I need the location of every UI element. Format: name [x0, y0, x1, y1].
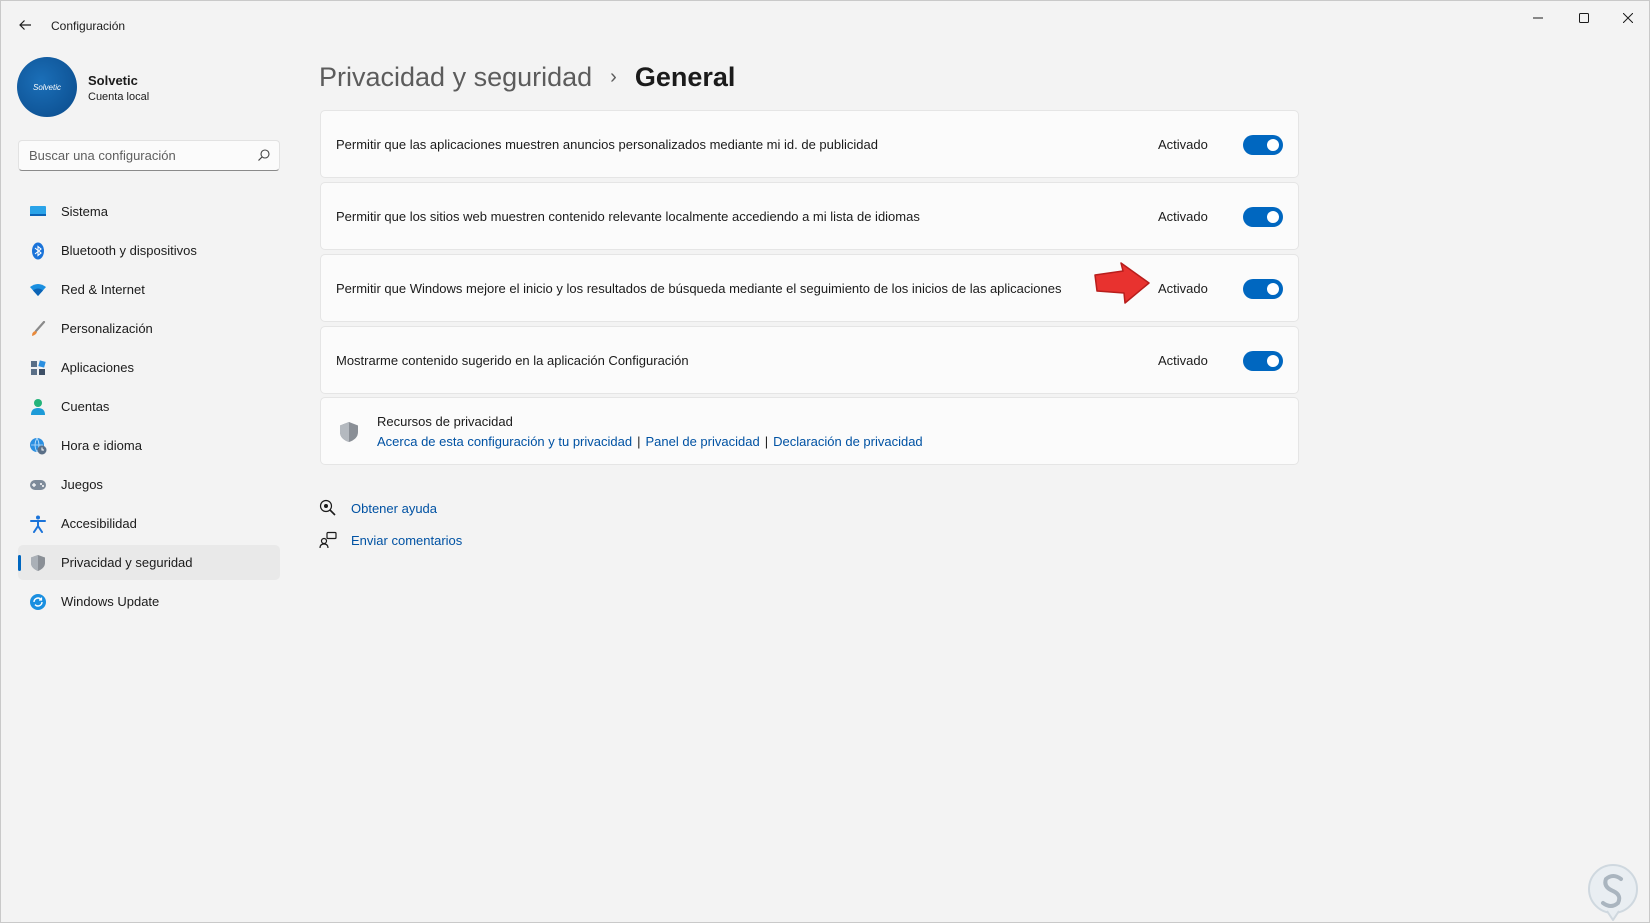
page-title: General — [634, 61, 736, 92]
search-input[interactable] — [19, 141, 249, 170]
get-help-link[interactable]: Obtener ayuda — [351, 501, 437, 516]
sidebar-item-label: Personalización — [61, 321, 153, 336]
title-bar: Configuración — [1, 1, 1649, 49]
sidebar-item-hora-idioma[interactable]: Hora e idioma — [18, 428, 280, 463]
sidebar-item-label: Juegos — [61, 477, 103, 492]
setting-label: Permitir que Windows mejore el inicio y … — [336, 280, 1062, 296]
sidebar-item-bluetooth[interactable]: Bluetooth y dispositivos — [18, 233, 280, 268]
setting-row-language-list: Permitir que los sitios web muestren con… — [320, 182, 1299, 250]
sidebar-item-cuentas[interactable]: Cuentas — [18, 389, 280, 424]
sidebar-item-red[interactable]: Red & Internet — [18, 272, 280, 307]
sidebar-item-label: Cuentas — [61, 399, 110, 414]
sidebar-item-label: Aplicaciones — [61, 360, 134, 375]
sidebar-item-label: Windows Update — [61, 594, 160, 609]
setting-label: Mostrarme contenido sugerido en la aplic… — [336, 352, 689, 368]
chevron-right-icon: › — [610, 65, 617, 88]
shield-icon — [340, 422, 358, 442]
help-icon — [319, 499, 337, 517]
sidebar-item-label: Bluetooth y dispositivos — [61, 243, 197, 258]
profile-name: Solvetic — [88, 73, 138, 88]
sidebar-item-label: Sistema — [61, 204, 108, 219]
toggle-knob — [1267, 139, 1279, 151]
get-help-row[interactable]: Obtener ayuda — [319, 497, 437, 519]
solvetic-watermark-logo — [1588, 864, 1638, 921]
feedback-icon — [319, 531, 337, 549]
sidebar-item-privacidad[interactable]: Privacidad y seguridad — [18, 545, 280, 580]
app-launch-tracking-toggle[interactable] — [1243, 279, 1283, 299]
annotation-arrow-icon — [1094, 262, 1150, 304]
close-button[interactable] — [1605, 1, 1650, 35]
minimize-icon — [1533, 17, 1543, 19]
privacy-statement-link[interactable]: Declaración de privacidad — [773, 434, 923, 449]
person-icon — [28, 397, 48, 417]
toggle-knob — [1267, 283, 1279, 295]
privacy-resources-card: Recursos de privacidad Acerca de esta co… — [320, 397, 1299, 465]
sidebar-item-juegos[interactable]: Juegos — [18, 467, 280, 502]
bluetooth-icon — [28, 241, 48, 261]
resources-links: Acerca de esta configuración y tu privac… — [377, 434, 923, 449]
setting-state: Activado — [1158, 280, 1208, 296]
wifi-icon — [28, 280, 48, 300]
setting-label: Permitir que las aplicaciones muestren a… — [336, 136, 878, 152]
setting-row-app-launch-tracking: Permitir que Windows mejore el inicio y … — [320, 254, 1299, 322]
sidebar-item-aplicaciones[interactable]: Aplicaciones — [18, 350, 280, 385]
avatar: Solvetic — [17, 57, 77, 117]
maximize-button[interactable] — [1561, 1, 1607, 35]
apps-icon — [28, 358, 48, 378]
about-privacy-link[interactable]: Acerca de esta configuración y tu privac… — [377, 434, 632, 449]
globe-clock-icon — [28, 436, 48, 456]
gamepad-icon — [28, 475, 48, 495]
settings-window: Configuración Solvetic Solvetic Cuenta l… — [0, 0, 1650, 923]
breadcrumb-parent[interactable]: Privacidad y seguridad — [319, 62, 592, 93]
feedback-link[interactable]: Enviar comentarios — [351, 533, 462, 548]
setting-row-suggested-content: Mostrarme contenido sugerido en la aplic… — [320, 326, 1299, 394]
setting-label: Permitir que los sitios web muestren con… — [336, 208, 920, 224]
link-separator: | — [637, 434, 641, 449]
sidebar-item-label: Privacidad y seguridad — [61, 555, 193, 570]
resources-title: Recursos de privacidad — [377, 414, 513, 429]
minimize-button[interactable] — [1515, 1, 1561, 35]
back-button[interactable] — [13, 13, 37, 37]
avatar-logo: Solvetic — [32, 82, 61, 92]
feedback-row[interactable]: Enviar comentarios — [319, 529, 462, 551]
back-arrow-icon — [19, 20, 31, 30]
sidebar-item-label: Hora e idioma — [61, 438, 142, 453]
maximize-icon — [1579, 13, 1589, 23]
search-icon[interactable] — [257, 148, 271, 162]
setting-state: Activado — [1158, 352, 1208, 368]
brush-icon — [28, 319, 48, 339]
toggle-knob — [1267, 355, 1279, 367]
language-list-toggle[interactable] — [1243, 207, 1283, 227]
sidebar-item-accesibilidad[interactable]: Accesibilidad — [18, 506, 280, 541]
toggle-knob — [1267, 211, 1279, 223]
sidebar-item-sistema[interactable]: Sistema — [18, 194, 280, 229]
sidebar-item-label: Red & Internet — [61, 282, 145, 297]
profile-account-type: Cuenta local — [88, 91, 150, 103]
ads-toggle[interactable] — [1243, 135, 1283, 155]
monitor-icon — [28, 202, 48, 222]
suggested-content-toggle[interactable] — [1243, 351, 1283, 371]
breadcrumb: Privacidad y seguridad › General — [319, 57, 735, 97]
setting-state: Activado — [1158, 136, 1208, 152]
close-icon — [1623, 13, 1633, 23]
accessibility-icon — [28, 514, 48, 534]
search-box — [18, 140, 280, 171]
sidebar-item-windows-update[interactable]: Windows Update — [18, 584, 280, 619]
sidebar-item-personalizacion[interactable]: Personalización — [18, 311, 280, 346]
shield-icon — [28, 553, 48, 573]
setting-state: Activado — [1158, 208, 1208, 224]
update-icon — [28, 592, 48, 612]
sidebar-nav: Sistema Bluetooth y dispositivos Red & I… — [18, 194, 280, 623]
sidebar-item-label: Accesibilidad — [61, 516, 137, 531]
link-separator: | — [764, 434, 769, 449]
app-title: Configuración — [51, 19, 126, 33]
privacy-dashboard-link[interactable]: Panel de privacidad — [645, 434, 759, 449]
setting-row-ads: Permitir que las aplicaciones muestren a… — [320, 110, 1299, 178]
